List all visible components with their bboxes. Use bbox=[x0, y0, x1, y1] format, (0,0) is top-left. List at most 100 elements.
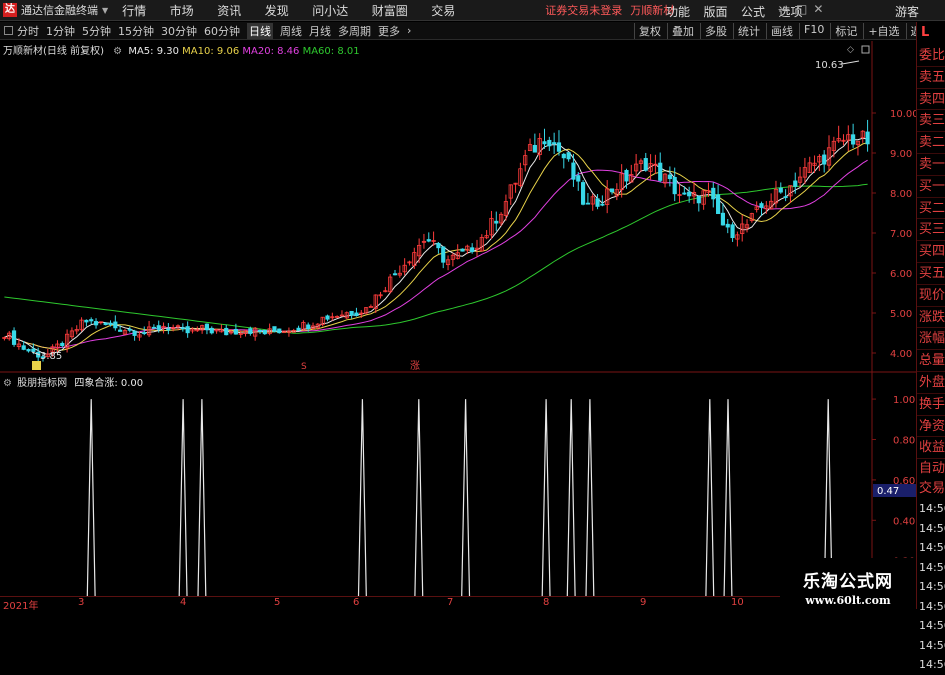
toolbar-toggle-icon[interactable] bbox=[4, 26, 13, 35]
ma5-path bbox=[4, 137, 868, 355]
ma60-path bbox=[4, 183, 868, 334]
tool-mark[interactable]: 标记 bbox=[830, 23, 857, 39]
menu-quotes[interactable]: 行情 bbox=[122, 4, 146, 18]
candle-body bbox=[257, 330, 263, 332]
menu-wealth[interactable]: 财富圈 bbox=[372, 4, 408, 18]
tf-intraday[interactable]: 分时 bbox=[17, 23, 39, 39]
candle-body bbox=[580, 182, 586, 205]
menu-function[interactable]: 功能 bbox=[666, 5, 690, 19]
tf-more[interactable]: 更多 bbox=[378, 23, 400, 39]
date-label: 4 bbox=[180, 597, 187, 608]
candle-body bbox=[460, 248, 465, 252]
trade-login-notice[interactable]: 证券交易未登录 bbox=[545, 2, 622, 18]
window-controls[interactable]: —□✕ bbox=[778, 2, 829, 16]
candle-body bbox=[436, 242, 441, 249]
quote-field-label: 买一 bbox=[917, 176, 945, 198]
candle-body bbox=[262, 329, 267, 335]
ma5-line bbox=[4, 137, 868, 355]
candle-body bbox=[720, 212, 726, 226]
indicator-tick-label: 0.80 bbox=[893, 435, 915, 446]
tool-draw[interactable]: 画线 bbox=[766, 23, 793, 39]
date-label: 8 bbox=[543, 597, 550, 608]
tf-60min[interactable]: 60分钟 bbox=[204, 23, 240, 39]
candle-body bbox=[470, 247, 475, 253]
quote-field-label: 卖五 bbox=[917, 67, 945, 89]
quote-field-label: 委比 bbox=[917, 45, 945, 67]
indicator-line bbox=[86, 399, 833, 596]
tf-1min[interactable]: 1分钟 bbox=[46, 23, 75, 39]
menu-trade[interactable]: 交易 bbox=[431, 4, 455, 18]
panel-toggle-icon[interactable] bbox=[861, 45, 870, 54]
panel-letter[interactable]: L bbox=[921, 25, 945, 45]
date-label: 6 bbox=[353, 597, 360, 608]
date-axis: 2021年 3 4 5 6 7 8 9 10 bbox=[0, 596, 916, 612]
candle-body bbox=[185, 326, 190, 334]
candle-body bbox=[595, 198, 600, 207]
menu-market[interactable]: 市场 bbox=[170, 4, 194, 18]
tf-multi[interactable]: 多周期 bbox=[338, 23, 371, 39]
tf-15min[interactable]: 15分钟 bbox=[118, 23, 154, 39]
title-bar: 达 通达信金融终端 ▼ 行情 市场 资讯 发现 问小达 财富圈 交易 证券交易未… bbox=[0, 0, 945, 21]
settings-gear-icon[interactable]: ⚙ bbox=[3, 378, 12, 389]
candle-body bbox=[151, 326, 156, 329]
tick-time: 14:56 bbox=[919, 502, 945, 516]
candle-body bbox=[26, 349, 31, 352]
quote-field-label: 收益 bbox=[917, 437, 945, 460]
candle-body bbox=[84, 319, 89, 323]
candle-body bbox=[696, 195, 701, 204]
tf-monthly[interactable]: 月线 bbox=[309, 23, 331, 39]
candle-body bbox=[233, 328, 238, 335]
candle-body bbox=[272, 326, 277, 332]
quote-field-label: 涨幅 bbox=[917, 328, 945, 351]
candle-body bbox=[667, 174, 672, 180]
ma20-path bbox=[4, 159, 868, 349]
tf-daily[interactable]: 日线 bbox=[247, 22, 273, 39]
tf-30min[interactable]: 30分钟 bbox=[161, 23, 197, 39]
candle-body bbox=[725, 223, 730, 228]
menu-news[interactable]: 资讯 bbox=[217, 4, 241, 18]
chart-area[interactable]: 4.00 5.00 6.00 7.00 8.00 9.00 10.00 10.63 ◇ 3.… bbox=[0, 41, 916, 596]
tick-time: 14:56 bbox=[919, 580, 945, 594]
candle-body bbox=[682, 192, 687, 195]
candle-body bbox=[277, 328, 282, 334]
candle-body bbox=[865, 131, 870, 145]
auto-trade-label[interactable]: 自动 bbox=[917, 459, 945, 479]
candle-body bbox=[31, 348, 36, 352]
tool-adjust[interactable]: 复权 bbox=[634, 23, 661, 39]
candle-body bbox=[339, 314, 345, 317]
candle-body bbox=[547, 139, 552, 147]
candle-body bbox=[248, 328, 253, 334]
signal-square-icon bbox=[32, 361, 41, 370]
menu-layout[interactable]: 版面 bbox=[704, 5, 728, 19]
date-label: 5 bbox=[274, 597, 281, 608]
auto-trade-label[interactable]: 交易 bbox=[917, 479, 945, 499]
menu-discover[interactable]: 发现 bbox=[265, 4, 289, 18]
tool-multistock[interactable]: 多股 bbox=[700, 23, 727, 39]
quote-field-label: 总量 bbox=[917, 350, 945, 372]
app-menu-dropdown-icon[interactable]: ▼ bbox=[102, 6, 108, 15]
quote-field-label: 换手 bbox=[917, 394, 945, 416]
tf-5min[interactable]: 5分钟 bbox=[82, 23, 111, 39]
menu-ask[interactable]: 问小达 bbox=[312, 4, 348, 18]
guest-label[interactable]: 游客 bbox=[895, 3, 919, 20]
tick-time: 14:56 bbox=[919, 560, 945, 574]
chevron-right-icon[interactable]: › bbox=[407, 24, 411, 37]
candle-body bbox=[624, 170, 629, 182]
tool-add-watch[interactable]: +自选 bbox=[863, 23, 900, 39]
candle-body bbox=[711, 187, 716, 200]
tool-stats[interactable]: 统计 bbox=[733, 23, 760, 39]
indicator-tick-label: 1.00 bbox=[893, 395, 915, 406]
candle-body bbox=[532, 144, 537, 153]
candle-body bbox=[658, 162, 663, 181]
signal-markers: S 涨 bbox=[32, 360, 420, 372]
candle-body bbox=[441, 246, 446, 263]
ma60-line bbox=[4, 183, 868, 334]
tool-f10[interactable]: F10 bbox=[799, 23, 824, 39]
candle-body bbox=[11, 330, 17, 345]
tool-overlay[interactable]: 叠加 bbox=[667, 23, 694, 39]
tf-weekly[interactable]: 周线 bbox=[280, 23, 302, 39]
quote-field-label: 买三 bbox=[917, 219, 945, 242]
menu-formula[interactable]: 公式 bbox=[741, 5, 765, 19]
candle-body bbox=[118, 329, 123, 332]
candle-body bbox=[204, 323, 210, 331]
